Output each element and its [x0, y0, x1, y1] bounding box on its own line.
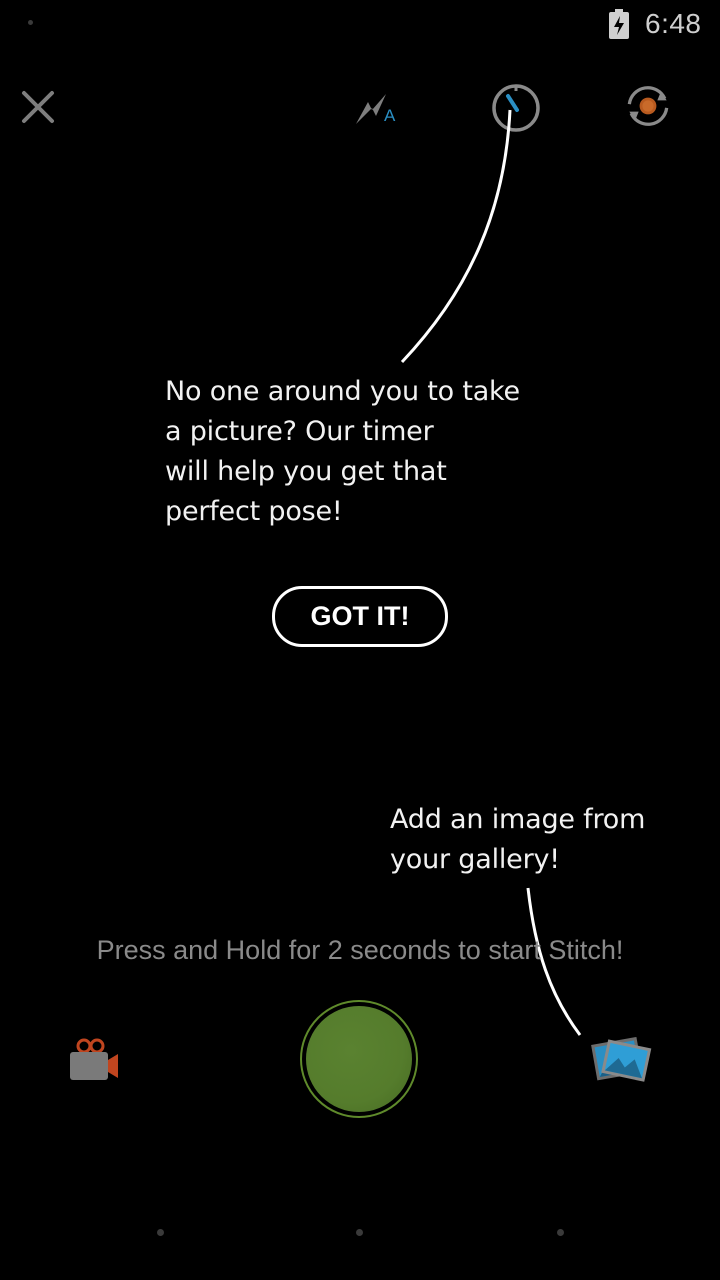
nav-back-dot[interactable]: [157, 1229, 164, 1236]
shutter-inner: [306, 1006, 412, 1112]
timer-icon[interactable]: [488, 80, 544, 136]
flash-auto-icon: [356, 94, 386, 124]
notification-dot: [28, 20, 33, 25]
shutter-button[interactable]: [300, 1000, 418, 1118]
video-camera-icon[interactable]: [66, 1034, 122, 1084]
flash-auto-button[interactable]: A: [348, 80, 404, 136]
flash-mode-label: A: [384, 106, 396, 125]
nav-recent-dot[interactable]: [557, 1229, 564, 1236]
battery-charging-icon: [609, 9, 629, 39]
gallery-coachmark-text: Add an image from your gallery!: [390, 800, 700, 880]
gallery-icon[interactable]: [588, 1030, 654, 1088]
close-icon[interactable]: [11, 80, 67, 136]
gallery-tip-line: your gallery!: [390, 844, 560, 875]
timer-pointer-line: [400, 109, 512, 364]
switch-camera-icon[interactable]: [620, 78, 676, 134]
timer-tip-line: a picture? Our timer: [165, 416, 434, 447]
gallery-tip-line: Add an image from: [390, 804, 646, 835]
timer-tip-line: No one around you to take: [165, 376, 520, 407]
timer-tip-line: perfect pose!: [165, 496, 343, 527]
stitch-hint-text: Press and Hold for 2 seconds to start St…: [96, 935, 624, 965]
nav-home-dot[interactable]: [356, 1229, 363, 1236]
status-time: 6:48: [645, 8, 702, 39]
timer-tip-line: will help you get that: [165, 456, 447, 487]
timer-coachmark-text: No one around you to take a picture? Our…: [165, 372, 545, 532]
got-it-button[interactable]: GOT IT!: [272, 586, 448, 647]
